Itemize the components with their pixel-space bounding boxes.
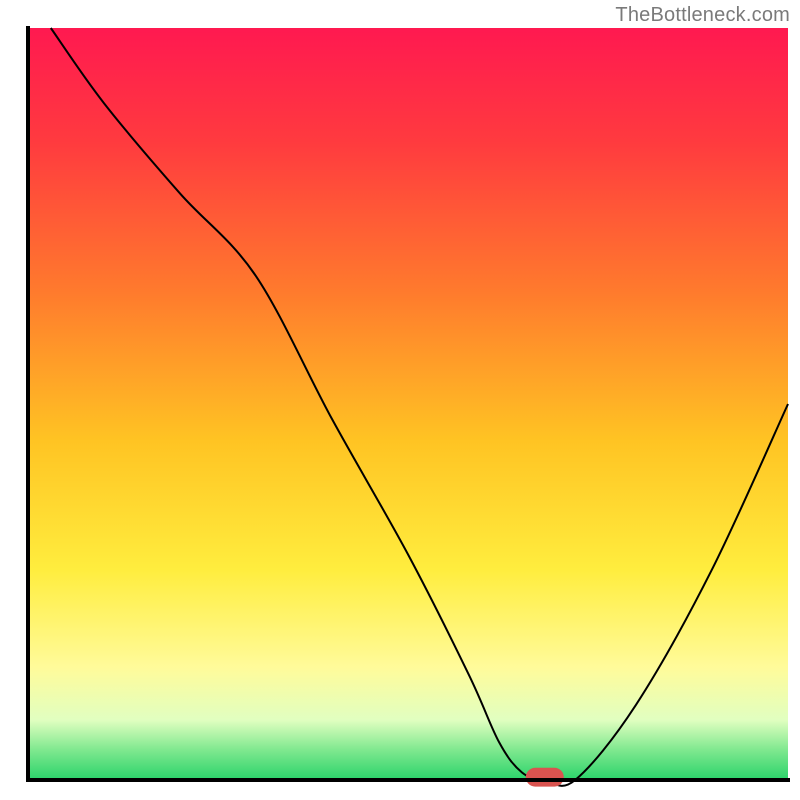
bottleneck-chart [0, 0, 800, 800]
watermark-label: TheBottleneck.com [615, 4, 790, 27]
optimal-point-marker [526, 768, 564, 787]
chart-container: TheBottleneck.com [0, 0, 800, 800]
gradient-background [28, 28, 788, 780]
